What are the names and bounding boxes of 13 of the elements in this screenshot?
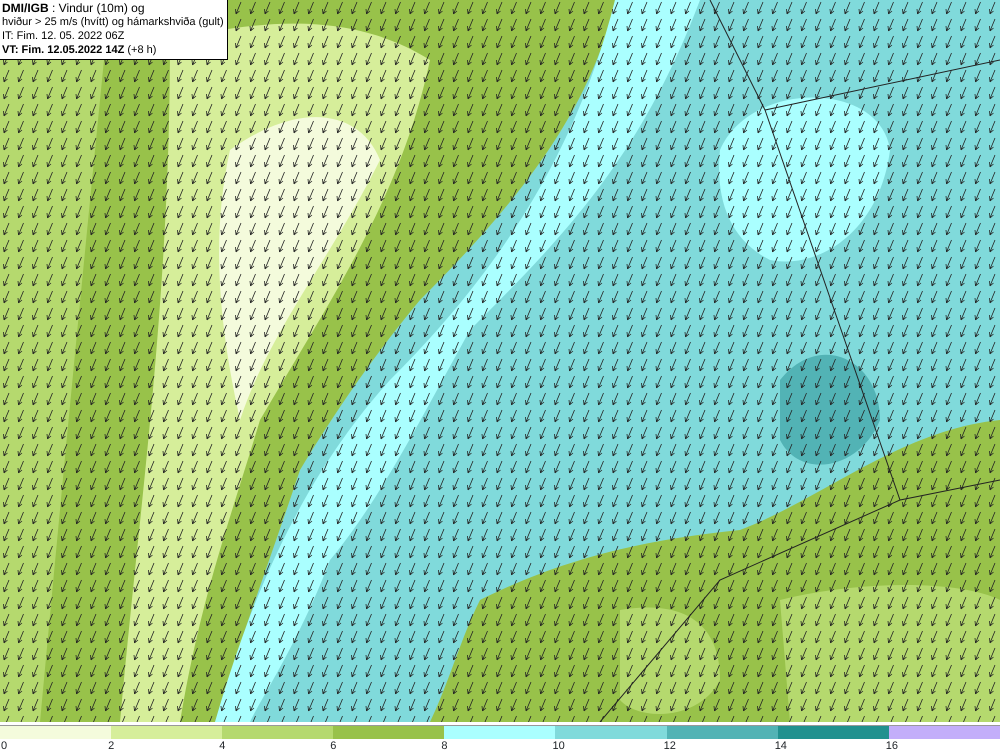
legend-tick-label: 4 [219, 739, 226, 753]
legend-tick-label: 16 [886, 739, 898, 753]
legend-tick-label: 14 [774, 739, 787, 753]
legend-tick-label: 6 [330, 739, 336, 753]
legend-tick-label: 0 [1, 739, 8, 753]
legend-tick-label: 12 [664, 739, 676, 753]
legend-tick-label: 2 [108, 739, 114, 753]
legend-tick-label: 10 [552, 739, 565, 753]
title-line: VT: Fim. 12.05.2022 14Z (+8 h) [2, 43, 158, 57]
title-line: hviður > 25 m/s (hvítt) og hámarkshviða (gult) [2, 15, 224, 29]
legend-tick-label: 8 [441, 739, 448, 753]
title-line: DMI/IGB : Vindur (10m) og [2, 1, 146, 15]
title-line: IT: Fim. 12. 05. 2022 06Z [2, 29, 126, 43]
